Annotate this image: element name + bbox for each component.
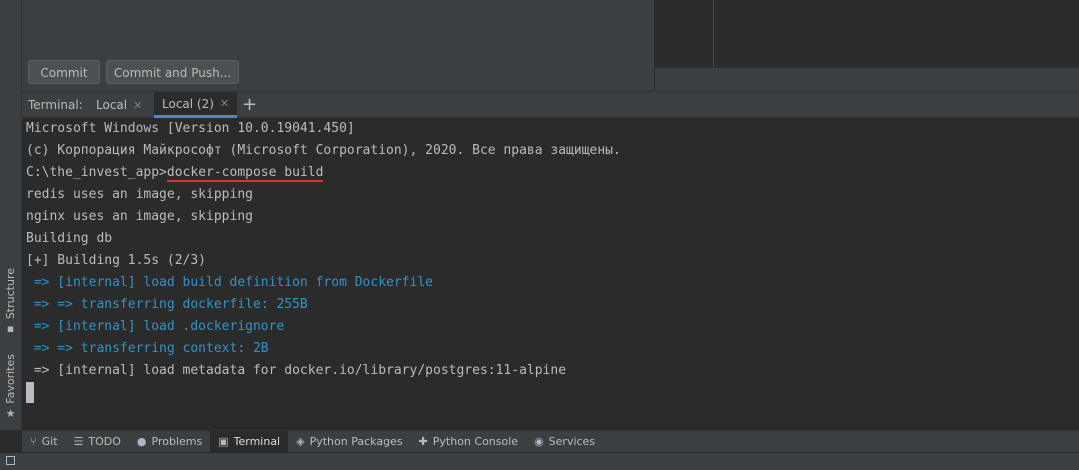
- left-tool-strip: Structure ▪ Favorites ★: [0, 0, 22, 430]
- tool-label: Python Console: [432, 435, 519, 448]
- tab-local-2[interactable]: Local (2) ✕: [154, 92, 238, 118]
- tool-label: Services: [548, 435, 596, 448]
- close-icon[interactable]: ✕: [133, 99, 142, 112]
- close-icon[interactable]: ✕: [220, 97, 229, 110]
- tool-label: Terminal: [233, 435, 281, 448]
- prompt-path: C:\the_invest_app>: [26, 165, 167, 180]
- tool-services[interactable]: ◉ Services: [526, 431, 603, 452]
- tool-python-console[interactable]: ✚ Python Console: [411, 431, 527, 452]
- panel-divider: [713, 0, 714, 67]
- commit-button[interactable]: Commit: [28, 60, 100, 84]
- terminal-icon: ▣: [218, 435, 229, 448]
- list-icon: ☰: [73, 435, 84, 448]
- terminal-tab-bar: Terminal: Local ✕ Local (2) ✕ +: [22, 91, 1079, 118]
- diff-panel-footer: [655, 67, 1079, 92]
- tab-label: Local: [96, 98, 128, 112]
- structure-label: Structure: [4, 268, 17, 320]
- tool-label: Python Packages: [309, 435, 403, 448]
- git-branch-icon: ⑂: [30, 435, 37, 448]
- python-console-icon: ✚: [418, 435, 428, 448]
- favorites-label: Favorites: [4, 354, 17, 404]
- tool-todo[interactable]: ☰ TODO: [66, 431, 129, 452]
- terminal-line: => [internal] load build definition from…: [26, 275, 433, 290]
- terminal-line: => [internal] load metadata for docker.i…: [26, 363, 567, 378]
- terminal-prompt-line: C:\the_invest_app>docker-compose build: [26, 162, 324, 184]
- tab-local[interactable]: Local ✕: [88, 92, 150, 118]
- tool-label: Git: [41, 435, 58, 448]
- typed-command: docker-compose build: [166, 165, 324, 182]
- terminal-line: => => transferring dockerfile: 255B: [26, 297, 308, 312]
- favorites-tool-button[interactable]: Favorites ★: [0, 354, 21, 419]
- terminal-line: Building db: [26, 231, 113, 246]
- tool-problems[interactable]: ● Problems: [129, 431, 210, 452]
- structure-tool-button[interactable]: Structure ▪: [0, 268, 21, 334]
- terminal-line: => [internal] load .dockerignore: [26, 319, 285, 334]
- tool-python-packages[interactable]: ◈ Python Packages: [288, 431, 410, 452]
- tab-label: Local (2): [162, 96, 214, 111]
- terminal-line: (c) Корпорация Майкрософт (Microsoft Cor…: [26, 143, 621, 158]
- tool-label: Problems: [151, 435, 203, 448]
- terminal-line: Microsoft Windows [Version 10.0.19041.45…: [26, 121, 355, 136]
- terminal-line: redis uses an image, skipping: [26, 187, 253, 202]
- terminal-line: => => transferring context: 2B: [26, 341, 269, 356]
- terminal-title: Terminal:: [28, 98, 83, 112]
- add-tab-button[interactable]: +: [242, 94, 257, 115]
- structure-icon: ▪: [6, 322, 15, 336]
- status-bar: [0, 452, 1079, 470]
- terminal-line: nginx uses an image, skipping: [26, 209, 253, 224]
- toggle-tool-windows-icon[interactable]: [6, 456, 15, 465]
- tool-terminal[interactable]: ▣ Terminal: [210, 431, 289, 452]
- star-icon: ★: [5, 406, 16, 420]
- diff-panel: [655, 0, 1079, 67]
- terminal-line: [+] Building 1.5s (2/3): [26, 253, 207, 268]
- packages-icon: ◈: [296, 435, 305, 448]
- problems-icon: ●: [136, 435, 147, 448]
- tool-window-bar: ⑂ Git ☰ TODO ● Problems ▣ Terminal ◈ Pyt…: [22, 430, 1079, 452]
- terminal-cursor: [26, 382, 34, 403]
- services-icon: ◉: [534, 435, 544, 448]
- tool-git[interactable]: ⑂ Git: [22, 431, 66, 452]
- tool-label: TODO: [88, 435, 121, 448]
- terminal-output[interactable]: Microsoft Windows [Version 10.0.19041.45…: [22, 118, 1079, 429]
- commit-and-push-button[interactable]: Commit and Push...: [106, 60, 239, 84]
